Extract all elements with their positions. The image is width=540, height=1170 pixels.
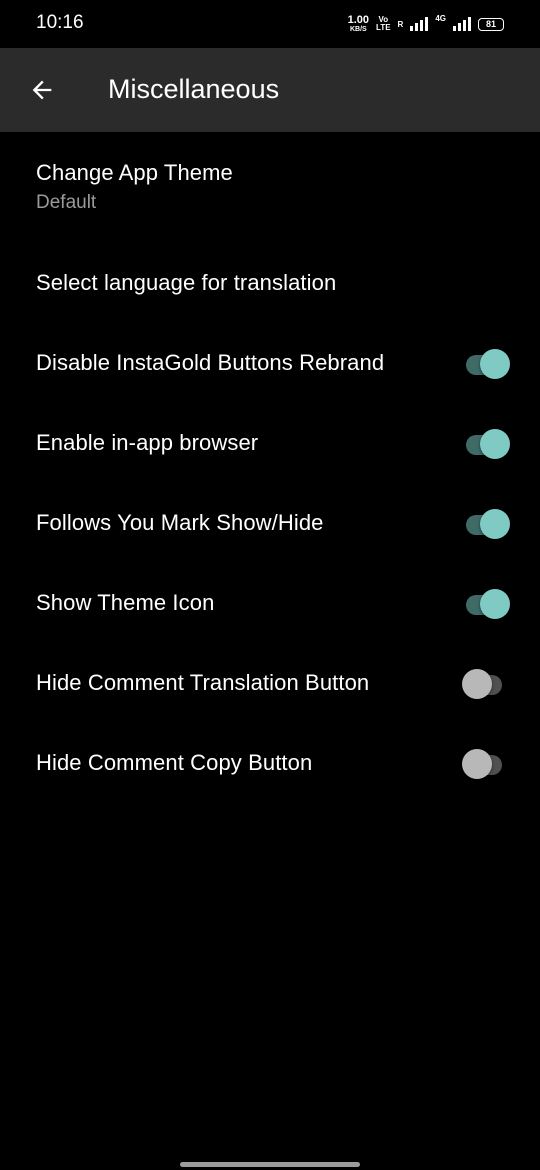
network-speed-value: 1.00 (347, 14, 370, 26)
status-bar: 10:16 1.00 KB/S Vo LTE R 4G 81 (0, 0, 540, 48)
volte-icon: Vo LTE (376, 16, 391, 32)
setting-title: Select language for translation (36, 270, 337, 295)
battery-icon: 81 (478, 17, 504, 31)
setting-title: Show Theme Icon (36, 590, 215, 615)
setting-select-translation-language[interactable]: Select language for translation (0, 243, 540, 323)
setting-follows-you-mark[interactable]: Follows You Mark Show/Hide (0, 483, 540, 563)
setting-title: Change App Theme (36, 160, 233, 185)
app-bar: Miscellaneous (0, 48, 540, 132)
toggle-thumb (480, 509, 510, 539)
network-speed-unit: KB/S (349, 26, 367, 33)
network-type-label: 4G (435, 14, 446, 23)
toggle-thumb (462, 749, 492, 779)
toggle-switch[interactable] (462, 747, 512, 779)
settings-list: Change App Theme Default Select language… (0, 132, 540, 803)
back-button[interactable] (22, 68, 62, 112)
volte-bottom-label: LTE (376, 23, 391, 32)
toggle-thumb (480, 429, 510, 459)
setting-change-app-theme[interactable]: Change App Theme Default (0, 132, 540, 243)
status-icons: 1.00 KB/S Vo LTE R 4G 81 (348, 14, 504, 34)
setting-title: Follows You Mark Show/Hide (36, 510, 324, 535)
setting-title: Hide Comment Copy Button (36, 750, 313, 775)
gesture-navigation-bar[interactable] (180, 1162, 360, 1167)
toggle-thumb (480, 589, 510, 619)
network-speed-indicator: 1.00 KB/S (347, 14, 370, 34)
battery-level: 81 (485, 19, 496, 29)
setting-enable-in-app-browser[interactable]: Enable in-app browser (0, 403, 540, 483)
setting-title: Disable InstaGold Buttons Rebrand (36, 350, 385, 375)
setting-title: Enable in-app browser (36, 430, 259, 455)
roaming-label: R (397, 19, 404, 29)
toggle-switch[interactable] (462, 667, 512, 699)
toggle-thumb (480, 349, 510, 379)
setting-disable-instagold-rebrand[interactable]: Disable InstaGold Buttons Rebrand (0, 323, 540, 403)
setting-summary: Default (36, 192, 97, 213)
setting-hide-comment-copy-button[interactable]: Hide Comment Copy Button (0, 723, 540, 803)
setting-title: Hide Comment Translation Button (36, 670, 370, 695)
toggle-thumb (462, 669, 492, 699)
setting-hide-comment-translation-button[interactable]: Hide Comment Translation Button (0, 643, 540, 723)
signal-strength-icon (410, 17, 429, 31)
toggle-switch[interactable] (462, 427, 512, 459)
signal-strength-icon-2 (453, 17, 471, 31)
toggle-switch[interactable] (462, 587, 512, 619)
arrow-left-icon (32, 80, 52, 100)
toggle-switch[interactable] (462, 507, 512, 539)
status-time: 10:16 (36, 12, 84, 33)
toggle-switch[interactable] (462, 347, 512, 379)
page-title: Miscellaneous (108, 74, 280, 104)
setting-show-theme-icon[interactable]: Show Theme Icon (0, 563, 540, 643)
